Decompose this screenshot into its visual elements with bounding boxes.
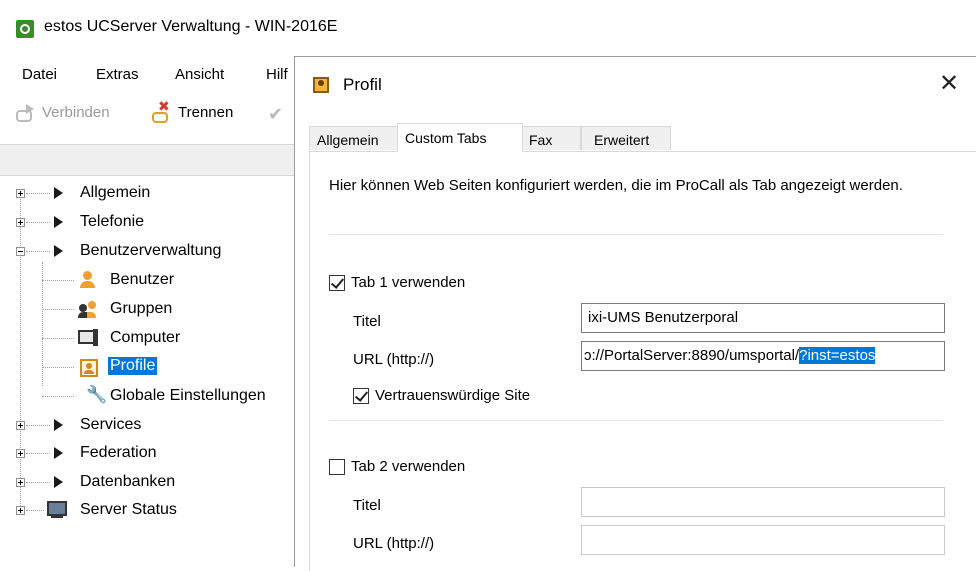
profile-icon: [313, 77, 329, 93]
disconnect-icon: [152, 98, 174, 123]
monitor-icon: [46, 501, 67, 519]
intro-text: Hier können Web Seiten konfiguriert werd…: [329, 177, 903, 194]
close-icon[interactable]: ✕: [933, 69, 965, 101]
disconnect-button[interactable]: Trennen: [152, 98, 234, 123]
menu-hilfe[interactable]: Hilf: [266, 66, 288, 83]
tab2-url-input[interactable]: [581, 525, 945, 555]
tab-custom-tabs[interactable]: Custom Tabs: [397, 123, 523, 152]
tree-item-federation[interactable]: Federation: [0, 440, 300, 466]
menu-extras[interactable]: Extras: [96, 66, 139, 83]
tab2-title-label: Titel: [353, 497, 381, 514]
profile-icon: [80, 359, 98, 377]
tab2-url-label: URL (http://): [353, 535, 435, 552]
tree-item-telefonie[interactable]: Telefonie: [0, 209, 300, 235]
url-selected-text: ?inst=estos: [799, 347, 876, 364]
group-icon: [78, 300, 98, 318]
tree-item-label: Server Status: [80, 501, 177, 518]
tab2-title-input[interactable]: [581, 487, 945, 517]
tree-item-label: Services: [80, 416, 142, 433]
triangle-right-icon: [54, 216, 63, 228]
connect-icon: [16, 102, 38, 122]
toolbar: Verbinden Trennen: [0, 98, 300, 130]
tree-item-services[interactable]: Services: [0, 412, 300, 438]
collapse-icon[interactable]: [16, 247, 25, 256]
tab-erweitert[interactable]: Erweitert: [581, 126, 671, 150]
tree-item-label: Benutzerverwaltung: [80, 242, 222, 259]
computer-icon: [78, 329, 98, 347]
dialog-body: Allgemein Custom Tabs Fax Erweitert Hier…: [295, 113, 976, 571]
tab2-enable-checkbox[interactable]: [329, 459, 345, 475]
triangle-right-icon: [54, 419, 63, 431]
tree-item-label: Datenbanken: [80, 473, 176, 490]
connect-label: Verbinden: [42, 103, 110, 121]
tab1-url-label: URL (http://): [353, 351, 435, 368]
tree-item-label: Computer: [110, 329, 181, 346]
tree-item-label: Globale Einstellungen: [110, 387, 266, 404]
tree-item-datenbanken[interactable]: Datenbanken: [0, 469, 300, 495]
triangle-right-icon: [54, 447, 63, 459]
tree-item-label: Telefonie: [80, 213, 145, 230]
separator: [329, 420, 943, 421]
triangle-right-icon: [54, 476, 63, 488]
tree-item-gruppen[interactable]: Gruppen: [0, 296, 300, 322]
disconnect-label: Trennen: [178, 103, 234, 121]
expand-icon[interactable]: [16, 478, 25, 487]
dialog-titlebar: Profil ✕: [295, 57, 976, 113]
tree-item-label: Profile: [108, 357, 158, 375]
url-text: ɔ://PortalServer:8890/umsportal/: [584, 347, 800, 364]
tree-item-label: Allgemein: [80, 184, 151, 201]
tab1-enable-checkbox[interactable]: [329, 275, 345, 291]
tree-item-label: Gruppen: [110, 300, 173, 317]
tree-item-benutzer[interactable]: Benutzer: [0, 267, 300, 293]
tree-item-allgemein[interactable]: Allgemein: [0, 180, 300, 206]
tab1-trusted-checkbox[interactable]: [353, 388, 369, 404]
tree-item-globale-einstellungen[interactable]: 🔧 Globale Einstellungen: [0, 383, 300, 409]
expand-icon[interactable]: [16, 189, 25, 198]
tree-item-server-status[interactable]: Server Status: [0, 497, 300, 523]
expand-icon[interactable]: [16, 506, 25, 515]
tab1-title-input[interactable]: ixi-UMS Benutzerporal: [581, 303, 945, 333]
tab1-title-label: Titel: [353, 313, 381, 330]
connect-button[interactable]: Verbinden: [16, 102, 110, 122]
checkmark-toolbar-icon[interactable]: ✔: [268, 104, 283, 125]
triangle-right-icon: [54, 245, 63, 257]
navigation-strip: [0, 144, 300, 176]
navigation-tree: Allgemein Telefonie Benutzerverwaltung B…: [0, 178, 300, 567]
tab1-url-input[interactable]: ɔ://PortalServer:8890/umsportal/?inst=es…: [581, 341, 945, 371]
tree-item-computer[interactable]: Computer: [0, 325, 300, 351]
tab2-enable-label[interactable]: Tab 2 verwenden: [351, 458, 465, 475]
tree-item-label: Benutzer: [110, 271, 175, 288]
triangle-right-icon: [54, 187, 63, 199]
separator: [329, 234, 943, 235]
tree-item-benutzerverwaltung[interactable]: Benutzerverwaltung: [0, 238, 300, 264]
app-logo-icon: [16, 20, 34, 38]
expand-icon[interactable]: [16, 421, 25, 430]
wrench-icon: 🔧: [86, 385, 108, 404]
window-title: estos UCServer Verwaltung - WIN-2016E: [44, 18, 338, 35]
expand-icon[interactable]: [16, 218, 25, 227]
dialog-title: Profil: [343, 75, 382, 94]
tree-item-profile[interactable]: Profile: [0, 354, 300, 380]
tab1-enable-label[interactable]: Tab 1 verwenden: [351, 274, 465, 291]
tab-allgemein[interactable]: Allgemein: [309, 126, 399, 150]
user-icon: [78, 271, 98, 289]
expand-icon[interactable]: [16, 449, 25, 458]
profile-dialog: Profil ✕ Allgemein Custom Tabs Fax Erwei…: [294, 56, 976, 571]
main-titlebar: estos UCServer Verwaltung - WIN-2016E: [0, 0, 976, 60]
tab-fax[interactable]: Fax: [521, 126, 581, 150]
tab1-trusted-label[interactable]: Vertrauenswürdige Site: [375, 387, 530, 404]
menu-datei[interactable]: Datei: [22, 66, 57, 83]
tree-item-label: Federation: [80, 444, 157, 461]
menu-ansicht[interactable]: Ansicht: [175, 66, 224, 83]
